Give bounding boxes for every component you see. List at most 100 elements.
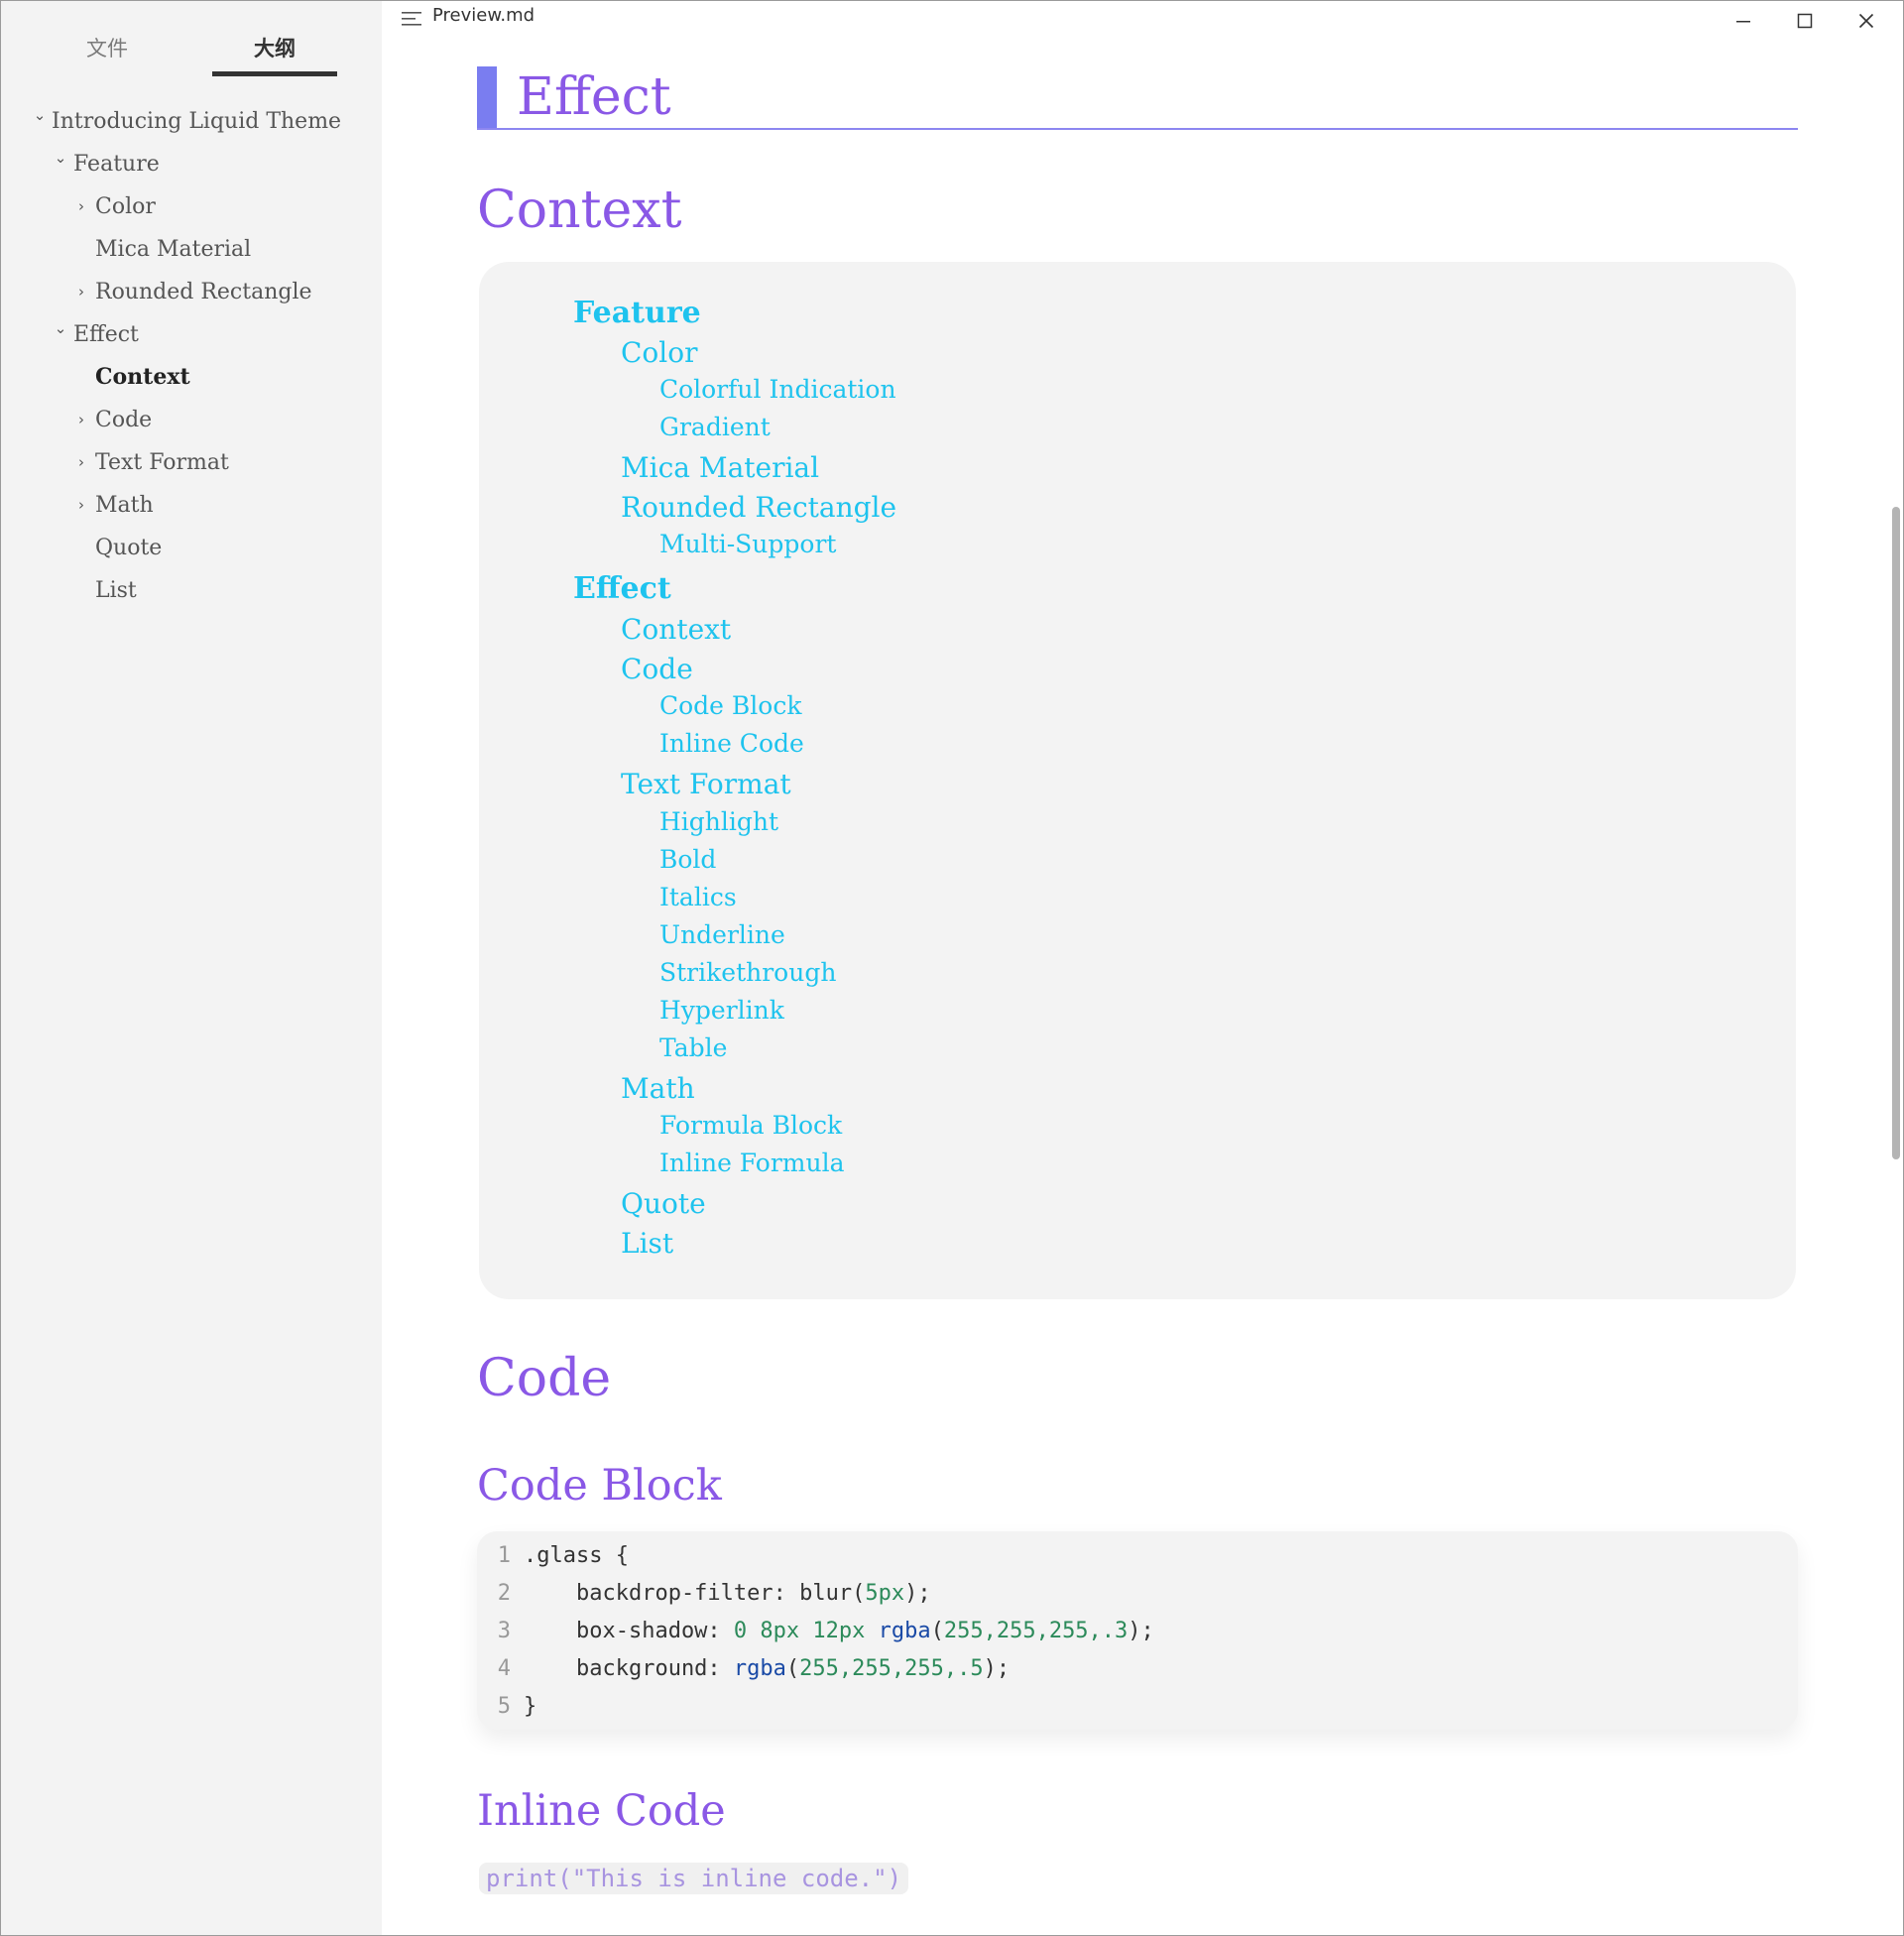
toc-link[interactable]: List — [621, 1227, 673, 1260]
chevron-down-icon[interactable]: ⌄ — [33, 94, 47, 137]
code-token: 5px — [865, 1581, 905, 1606]
toc-link[interactable]: Multi-Support — [659, 530, 836, 558]
tab-files-label: 文件 — [86, 37, 128, 60]
toc-link[interactable]: Mica Material — [621, 451, 819, 484]
heading-code: Code — [477, 1349, 612, 1408]
chevron-right-icon[interactable]: › — [74, 185, 88, 228]
toc-link[interactable]: Effect — [573, 571, 671, 606]
outline-item-label: Text Format — [95, 450, 229, 475]
toc-link[interactable]: Table — [659, 1033, 727, 1062]
chevron-right-icon[interactable]: › — [74, 484, 88, 527]
toc-link[interactable]: Formula Block — [659, 1111, 842, 1140]
code-text: } — [524, 1688, 536, 1726]
code-token: ( — [852, 1581, 866, 1606]
line-number: 4 — [497, 1656, 511, 1681]
outline-item[interactable]: Context — [1, 356, 382, 399]
tab-files[interactable]: 文件 — [45, 29, 170, 76]
toc-link[interactable]: Quote — [621, 1187, 706, 1220]
code-token: backdrop-filter: — [524, 1581, 800, 1606]
heading-context: Context — [477, 181, 682, 240]
outline-item-label: Rounded Rectangle — [95, 280, 312, 304]
outline-item[interactable]: › Color — [1, 185, 382, 228]
sidebar-tabs: 文件 大纲 — [1, 29, 382, 80]
toc-link[interactable]: Highlight — [659, 807, 778, 836]
toc-link[interactable]: Rounded Rectangle — [621, 491, 896, 524]
heading-inline-code: Inline Code — [477, 1786, 726, 1836]
code-text: .glass { — [524, 1537, 629, 1575]
code-text: box-shadow: 0 8px 12px rgba(255,255,255,… — [524, 1613, 1154, 1650]
code-token: } — [524, 1694, 537, 1719]
line-number: 1 — [497, 1543, 511, 1568]
outline-item[interactable]: Quote — [1, 527, 382, 569]
code-token: ); — [904, 1581, 931, 1606]
outline-item[interactable]: › Code — [1, 399, 382, 441]
outline-tree: ⌄ Introducing Liquid Theme ⌄ Feature › Color M… — [1, 100, 382, 612]
outline-item[interactable]: › Text Format — [1, 441, 382, 484]
toc-link[interactable]: Code Block — [659, 691, 802, 720]
code-token: ); — [983, 1656, 1011, 1681]
toc-link[interactable]: Inline Code — [659, 729, 804, 758]
outline-item-label: Color — [95, 194, 156, 219]
outline-item[interactable]: ⌄ Feature — [1, 143, 382, 185]
toc-link[interactable]: Underline — [659, 920, 785, 949]
code-token: 255,255,255,.3 — [943, 1619, 1129, 1643]
sidebar: 文件 大纲 ⌄ Introducing Liquid Theme ⌄ Feature ›… — [1, 1, 382, 1935]
code-token: 0 8px 12px — [733, 1619, 866, 1643]
toc-link[interactable]: Code — [621, 653, 693, 685]
heading-effect: Effect — [477, 64, 1798, 130]
toc-link[interactable]: Italics — [659, 883, 737, 911]
toc-link[interactable]: Color — [621, 336, 697, 369]
toc-link[interactable]: Hyperlink — [659, 996, 784, 1025]
chevron-down-icon[interactable]: ⌄ — [54, 137, 67, 180]
outline-item[interactable]: › Math — [1, 484, 382, 527]
editor-content[interactable]: Effect Context Feature Color Colorful Indi… — [382, 1, 1903, 1935]
code-token: box-shadow: — [524, 1619, 734, 1643]
toc-link[interactable]: Math — [621, 1072, 695, 1105]
outline-item-label: Context — [95, 364, 190, 390]
outline-item-label: Feature — [73, 152, 160, 177]
outline-item-label: Introducing Liquid Theme — [52, 109, 342, 134]
toc-link[interactable]: Text Format — [621, 768, 791, 800]
vertical-scrollbar[interactable] — [1892, 507, 1900, 1159]
outline-item[interactable]: ⌄ Effect — [1, 313, 382, 356]
code-token: rgba — [733, 1656, 786, 1681]
code-text: backdrop-filter: blur(5px); — [524, 1575, 931, 1613]
chevron-right-icon[interactable]: › — [74, 399, 88, 441]
tab-outline[interactable]: 大纲 — [212, 29, 337, 76]
code-token: background: — [524, 1656, 734, 1681]
active-tab-indicator — [212, 71, 337, 76]
code-token: 255,255,255,.5 — [799, 1656, 984, 1681]
outline-item-label: Code — [95, 408, 153, 432]
outline-item[interactable]: List — [1, 569, 382, 612]
heading-accent-bar — [477, 66, 497, 128]
heading-effect-text: Effect — [517, 67, 671, 127]
chevron-right-icon[interactable]: › — [74, 441, 88, 484]
toc-link[interactable]: Colorful Indication — [659, 375, 896, 404]
code-token: .glass { — [524, 1543, 629, 1568]
outline-item[interactable]: Mica Material — [1, 228, 382, 271]
inline-code: print("This is inline code.") — [479, 1863, 909, 1894]
chevron-right-icon[interactable]: › — [74, 271, 88, 313]
code-block[interactable]: 1 .glass {2 backdrop-filter: blur(5px); 3 … — [477, 1531, 1798, 1730]
line-number: 3 — [497, 1619, 511, 1643]
outline-item-label: Mica Material — [95, 237, 252, 262]
code-token: ( — [785, 1656, 800, 1681]
toc-link[interactable]: Strikethrough — [659, 958, 836, 987]
outline-item-label: Effect — [73, 322, 139, 347]
toc-link[interactable]: Feature — [573, 296, 701, 330]
code-token: rgba — [878, 1619, 931, 1643]
code-token: blur — [799, 1581, 853, 1606]
toc-link[interactable]: Inline Formula — [659, 1149, 845, 1177]
toc-link[interactable]: Gradient — [659, 413, 771, 441]
code-token: ); — [1128, 1619, 1154, 1643]
tab-outline-label: 大纲 — [254, 37, 296, 60]
code-text: background: rgba(255,255,255,.5); — [524, 1650, 1010, 1688]
outline-item-label: Math — [95, 493, 154, 518]
chevron-down-icon[interactable]: ⌄ — [54, 307, 67, 350]
table-of-contents: Feature Color Colorful Indication Gradient M… — [479, 262, 1796, 1299]
toc-link[interactable]: Context — [621, 613, 731, 646]
heading-code-block: Code Block — [477, 1461, 722, 1511]
toc-link[interactable]: Bold — [659, 845, 716, 874]
outline-item-label: List — [95, 578, 137, 603]
